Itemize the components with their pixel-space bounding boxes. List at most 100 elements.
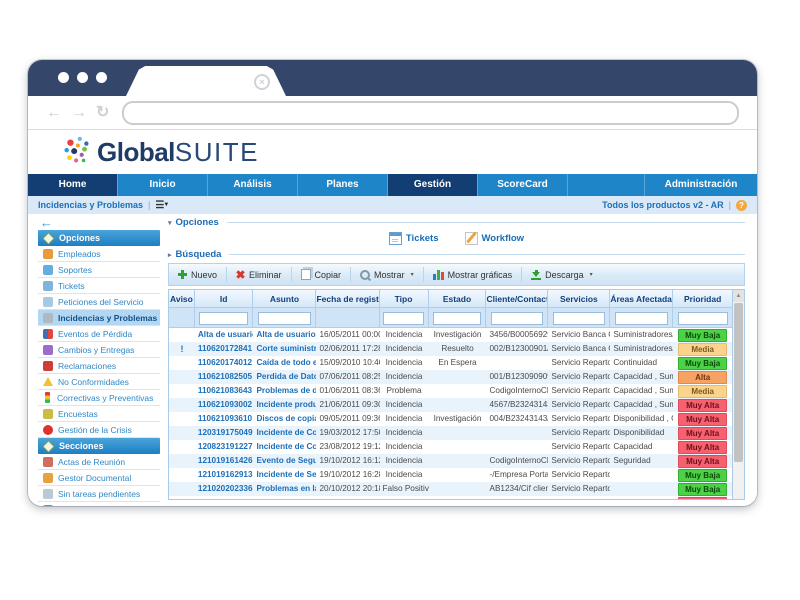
cell-id[interactable]: 110620172841 <box>195 342 254 356</box>
sidebar-section-opciones[interactable]: Opciones <box>38 230 160 246</box>
forward-button[interactable]: → <box>71 105 87 121</box>
sidebar-collapse-icon[interactable]: ← <box>38 216 160 230</box>
back-button[interactable]: ← <box>46 105 62 121</box>
descarga-button[interactable]: Descarga▾ <box>521 267 602 282</box>
mostrar-graficas-button[interactable]: Mostrar gráficas <box>423 267 522 282</box>
mostrar-button[interactable]: Mostrar▾ <box>350 267 423 282</box>
filter-input-areas[interactable] <box>615 312 668 325</box>
filter-input-cliente[interactable] <box>491 312 543 325</box>
cell-asunto[interactable]: Incidente producido e <box>253 398 316 412</box>
url-bar[interactable] <box>122 101 739 125</box>
product-selector[interactable]: Todos los productos v2 - AR <box>602 200 724 210</box>
cell-id[interactable]: 110620174012 <box>195 356 254 370</box>
nav-tab-analisis[interactable]: Análisis <box>208 174 298 196</box>
filter-input-prioridad[interactable] <box>678 312 728 325</box>
cell-id[interactable]: 110621083643 <box>195 384 254 398</box>
table-row[interactable]: 110620174012Caída de todo el siste15/09/… <box>169 356 732 370</box>
panel-busqueda[interactable]: ▸ Búsqueda <box>168 248 745 261</box>
cell-id[interactable]: 110621093002 <box>195 398 254 412</box>
table-row[interactable]: !110620172841Corte suministro inte02/06/… <box>169 342 732 356</box>
cell-asunto[interactable]: Caída de todo el siste <box>253 356 316 370</box>
nuevo-button[interactable]: Nuevo <box>169 267 226 282</box>
cell-asunto[interactable]: Problemas en la visua <box>253 482 316 496</box>
sidebar-item-sin-tareas-pendientes[interactable]: Sin tareas pendientes <box>38 486 160 502</box>
filter-input-id[interactable] <box>199 312 248 325</box>
nav-tab-administracion[interactable]: Administración <box>644 174 757 196</box>
sidebar-item-incidencias-y-problemas[interactable]: Incidencias y Problemas <box>38 310 160 326</box>
help-icon[interactable]: ? <box>736 200 747 211</box>
cell-asunto[interactable]: Incidente de Servicio <box>253 468 316 482</box>
browser-tab[interactable]: × <box>126 66 286 96</box>
sidebar-item-gestor-documental[interactable]: Gestor Documental <box>38 470 160 486</box>
reload-button[interactable]: ↻ <box>96 105 109 121</box>
sidebar-item-actas-de-reunion[interactable]: Actas de Reunión <box>38 454 160 470</box>
nav-tab-home[interactable]: Home <box>28 174 118 196</box>
cell-asunto[interactable]: Problemas de disponi <box>253 384 316 398</box>
cell-asunto[interactable]: Evento de Seguridad <box>253 454 316 468</box>
sidebar-item-cambios-y-entregas[interactable]: Cambios y Entregas <box>38 342 160 358</box>
cell-id[interactable]: 110621093610 <box>195 412 254 426</box>
column-header-areas[interactable]: Áreas Afectadas <box>610 290 673 308</box>
cell-id[interactable]: 110621082505 <box>195 370 254 384</box>
sidebar-item-eventos-de-perdida[interactable]: Eventos de Pérdida <box>38 326 160 342</box>
nav-tab-planes[interactable]: Planes <box>298 174 388 196</box>
table-row[interactable]: 121019162913Incidente de Servicio19/10/2… <box>169 468 732 482</box>
table-row[interactable]: 121019161426Evento de Seguridad19/10/201… <box>169 454 732 468</box>
cell-id[interactable]: 120319175049 <box>195 426 254 440</box>
sidebar-section-secciones[interactable]: Secciones <box>38 438 160 454</box>
cell-id[interactable]: 121019161426 <box>195 454 254 468</box>
eliminar-button[interactable]: Eliminar <box>226 267 291 282</box>
scrollbar-thumb[interactable] <box>734 303 743 462</box>
cell-asunto[interactable]: Incidente de Continui <box>253 440 316 454</box>
column-header-asunto[interactable]: Asunto <box>253 290 316 308</box>
sidebar-item-tickets[interactable]: Tickets <box>38 278 160 294</box>
table-row[interactable]: 120823191227Incidente de Continui23/08/2… <box>169 440 732 454</box>
table-row[interactable]: 120319175049Incidente de Continui19/03/2… <box>169 426 732 440</box>
table-row[interactable]: 110621093610Discos de copias de se09/05/… <box>169 412 732 426</box>
table-row[interactable]: Alta de usuarioAlta de usuario16/05/2011… <box>169 328 732 342</box>
cell-asunto[interactable]: Alta de usuario <box>253 328 316 342</box>
nav-tab-inicio[interactable]: Inicio <box>118 174 208 196</box>
cell-id[interactable]: 121019162913 <box>195 468 254 482</box>
sidebar-item-alertas[interactable]: Alertas <box>38 502 160 506</box>
column-header-estado[interactable]: Estado <box>429 290 487 308</box>
column-header-tipo[interactable]: Tipo <box>380 290 429 308</box>
cell-asunto[interactable]: Discos de copias de se <box>253 412 316 426</box>
table-row[interactable]: 110621082505Perdida de Datos07/06/2011 0… <box>169 370 732 384</box>
workflow-link[interactable]: Workflow <box>465 232 525 245</box>
filter-input-estado[interactable] <box>433 312 482 325</box>
sidebar-item-empleados[interactable]: Empleados <box>38 246 160 262</box>
nav-tab-gestion[interactable]: Gestión <box>388 174 478 196</box>
cell-asunto[interactable]: Incidente de Continui <box>253 426 316 440</box>
column-header-cliente[interactable]: Cliente/Contacto <box>486 290 548 308</box>
cell-id[interactable]: 121020202336 <box>195 482 254 496</box>
cell-id[interactable]: Alta de usuario <box>195 328 254 342</box>
cell-asunto[interactable]: Perdida de Datos <box>253 370 316 384</box>
panel-opciones[interactable]: ▾ Opciones <box>168 216 745 229</box>
filter-input-servicios[interactable] <box>553 312 605 325</box>
sidebar-item-encuestas[interactable]: Encuestas <box>38 406 160 422</box>
copiar-button[interactable]: Copiar <box>291 267 351 282</box>
table-scrollbar[interactable]: ▲ <box>732 290 744 499</box>
column-header-fecha[interactable]: Fecha de registro <box>316 290 379 308</box>
scrollbar-up-arrow-icon[interactable]: ▲ <box>733 290 744 302</box>
nav-tab-scorecard[interactable]: ScoreCard <box>478 174 568 196</box>
table-row[interactable]: 110621093002Incidente producido e21/06/2… <box>169 398 732 412</box>
sidebar-item-soportes[interactable]: Soportes <box>38 262 160 278</box>
hamburger-menu-icon[interactable]: ☰▼ <box>155 200 168 211</box>
column-header-aviso[interactable]: Aviso <box>169 290 195 308</box>
filter-input-tipo[interactable] <box>383 312 424 325</box>
tab-close-icon[interactable]: × <box>254 74 270 90</box>
column-header-prioridad[interactable]: Prioridad <box>673 290 732 308</box>
sidebar-item-correctivas-y-preventivas[interactable]: Correctivas y Preventivas <box>38 390 160 406</box>
table-row[interactable]: 121020202336Problemas en la visua20/10/2… <box>169 482 732 496</box>
sidebar-item-peticiones-del-servicio[interactable]: Peticiones del Servicio <box>38 294 160 310</box>
sidebar-item-no-conformidades[interactable]: No Conformidades <box>38 374 160 390</box>
table-row[interactable]: 110621083643Problemas de disponi01/06/20… <box>169 384 732 398</box>
column-header-servicios[interactable]: Servicios <box>548 290 610 308</box>
cell-asunto[interactable]: Corte suministro inte <box>253 342 316 356</box>
sidebar-item-reclamaciones[interactable]: Reclamaciones <box>38 358 160 374</box>
column-header-id[interactable]: Id <box>195 290 254 308</box>
filter-input-asunto[interactable] <box>258 312 311 325</box>
tickets-link[interactable]: Tickets <box>389 232 439 245</box>
